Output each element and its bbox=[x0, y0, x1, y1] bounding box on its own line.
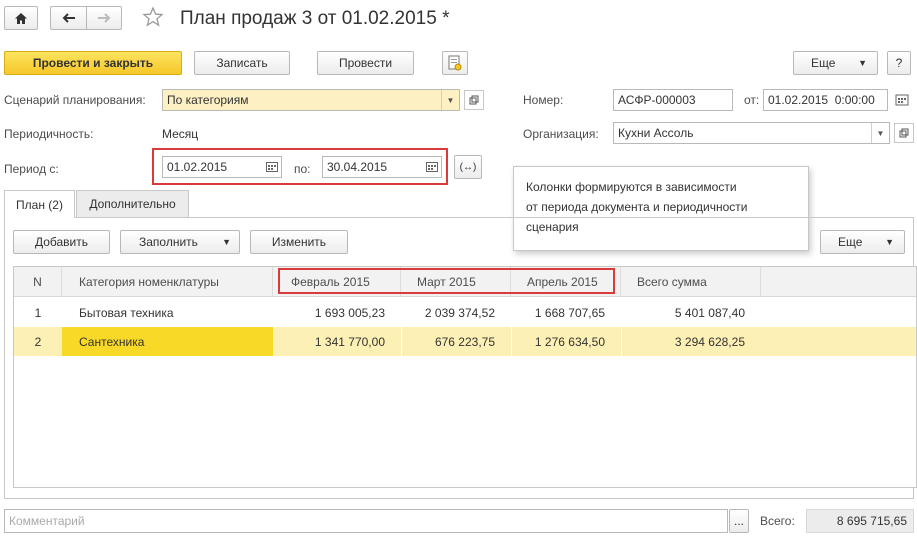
open-icon[interactable] bbox=[894, 123, 914, 143]
periodicity-label: Периодичность: bbox=[4, 127, 94, 141]
total-value-box: 8 695 715,65 bbox=[806, 509, 914, 533]
page-title: План продаж 3 от 01.02.2015 * bbox=[180, 8, 450, 29]
tab-additional[interactable]: Дополнительно bbox=[76, 190, 189, 217]
tooltip-line-1: Колонки формируются в зависимости bbox=[526, 180, 737, 194]
period-to-value: 30.04.2015 bbox=[327, 160, 388, 174]
periodicity-value: Месяц bbox=[162, 127, 199, 141]
scenario-field[interactable]: По категориям ▼ bbox=[162, 89, 460, 111]
chevron-down-icon[interactable]: ▼ bbox=[871, 123, 889, 143]
period-select-button[interactable]: (↔) bbox=[454, 155, 482, 179]
row-feb: 1 693 005,23 bbox=[314, 305, 385, 320]
favorite-star-icon[interactable] bbox=[142, 6, 164, 28]
scenario-value: По категориям bbox=[167, 93, 249, 107]
calendar-icon[interactable] bbox=[423, 157, 441, 177]
back-button[interactable] bbox=[50, 6, 86, 30]
organization-field[interactable]: Кухни Ассоль ▼ bbox=[613, 122, 890, 144]
doc-date-value: 01.02.2015 0:00:00 bbox=[768, 93, 875, 107]
organization-label: Организация: bbox=[523, 127, 599, 141]
period-from-field[interactable]: 01.02.2015 bbox=[162, 156, 282, 178]
tooltip-line-2: от периода документа и периодичности bbox=[526, 200, 748, 214]
comment-ellipsis-button[interactable]: ... bbox=[729, 509, 749, 533]
back-arrow-icon bbox=[62, 13, 75, 23]
report-button[interactable] bbox=[442, 51, 468, 75]
calendar-icon[interactable] bbox=[892, 90, 912, 110]
comment-field[interactable]: Комментарий bbox=[4, 509, 728, 533]
more-label: Еще bbox=[811, 56, 836, 70]
organization-value: Кухни Ассоль bbox=[618, 126, 694, 140]
document-report-icon bbox=[448, 55, 462, 71]
help-button[interactable]: ? bbox=[887, 51, 911, 75]
comment-placeholder: Комментарий bbox=[9, 514, 85, 528]
row-n: 1 bbox=[34, 305, 42, 320]
chevron-down-icon: ▼ bbox=[222, 237, 231, 247]
forward-arrow-icon bbox=[98, 13, 111, 23]
chevron-down-icon[interactable]: ▼ bbox=[441, 90, 459, 110]
period-label: Период с: bbox=[4, 162, 59, 176]
row-mar: 2 039 374,52 bbox=[424, 305, 495, 320]
row-apr: 1 668 707,65 bbox=[534, 305, 605, 320]
number-value: АСФР-000003 bbox=[618, 93, 696, 107]
total-value: 8 695 715,65 bbox=[836, 514, 907, 528]
col-n[interactable]: N bbox=[14, 267, 62, 296]
chevron-down-icon: ▼ bbox=[858, 58, 867, 68]
change-button[interactable]: Изменить bbox=[250, 230, 348, 254]
table-row-selected[interactable]: 2 Сантехника 1 341 770,00 676 223,75 1 2… bbox=[14, 327, 916, 356]
total-label: Всего: bbox=[760, 514, 795, 528]
chevron-down-icon: ▼ bbox=[885, 237, 894, 247]
scenario-label: Сценарий планирования: bbox=[4, 93, 146, 107]
period-to-field[interactable]: 30.04.2015 bbox=[322, 156, 442, 178]
number-label: Номер: bbox=[523, 93, 564, 107]
post-button[interactable]: Провести bbox=[317, 51, 414, 75]
post-and-close-button[interactable]: Провести и закрыть bbox=[4, 51, 182, 75]
tab-plan-label: План (2) bbox=[16, 197, 63, 212]
forward-button[interactable] bbox=[86, 6, 122, 30]
period-from-value: 01.02.2015 bbox=[167, 160, 228, 174]
period-to-label: по: bbox=[294, 162, 311, 176]
col-total[interactable]: Всего сумма bbox=[621, 267, 761, 296]
number-field[interactable]: АСФР-000003 bbox=[613, 89, 733, 111]
tab-plan[interactable]: План (2) bbox=[4, 190, 75, 218]
month-columns-highlight-box bbox=[278, 268, 615, 294]
fill-button[interactable]: Заполнить ▼ bbox=[120, 230, 240, 254]
row-category: Сантехника bbox=[62, 327, 273, 356]
open-icon[interactable] bbox=[464, 90, 484, 110]
save-button[interactable]: Записать bbox=[194, 51, 290, 75]
calendar-icon[interactable] bbox=[263, 157, 281, 177]
tab-additional-label: Дополнительно bbox=[89, 197, 176, 211]
more-menu-button[interactable]: Еще ▼ bbox=[793, 51, 878, 75]
table-more-label: Еще bbox=[838, 235, 863, 249]
home-icon bbox=[15, 12, 27, 24]
add-button[interactable]: Добавить bbox=[13, 230, 110, 254]
row-n: 2 bbox=[34, 334, 42, 349]
doc-date-field[interactable]: 01.02.2015 0:00:00 bbox=[763, 89, 888, 111]
period-range-icon: (↔) bbox=[459, 161, 477, 173]
table-row[interactable]: 1 Бытовая техника 1 693 005,23 2 039 374… bbox=[14, 298, 916, 327]
from-label: от: bbox=[744, 93, 760, 107]
row-feb: 1 341 770,00 bbox=[314, 334, 385, 349]
row-mar: 676 223,75 bbox=[401, 327, 511, 356]
row-total: 5 401 087,40 bbox=[674, 305, 745, 320]
row-total: 3 294 628,25 bbox=[621, 327, 761, 356]
home-button[interactable] bbox=[4, 6, 38, 30]
row-category: Бытовая техника bbox=[79, 305, 174, 320]
col-category[interactable]: Категория номенклатуры bbox=[62, 267, 273, 296]
fill-label: Заполнить bbox=[139, 235, 198, 249]
table-more-button[interactable]: Еще ▼ bbox=[820, 230, 905, 254]
row-apr: 1 276 634,50 bbox=[511, 327, 621, 356]
